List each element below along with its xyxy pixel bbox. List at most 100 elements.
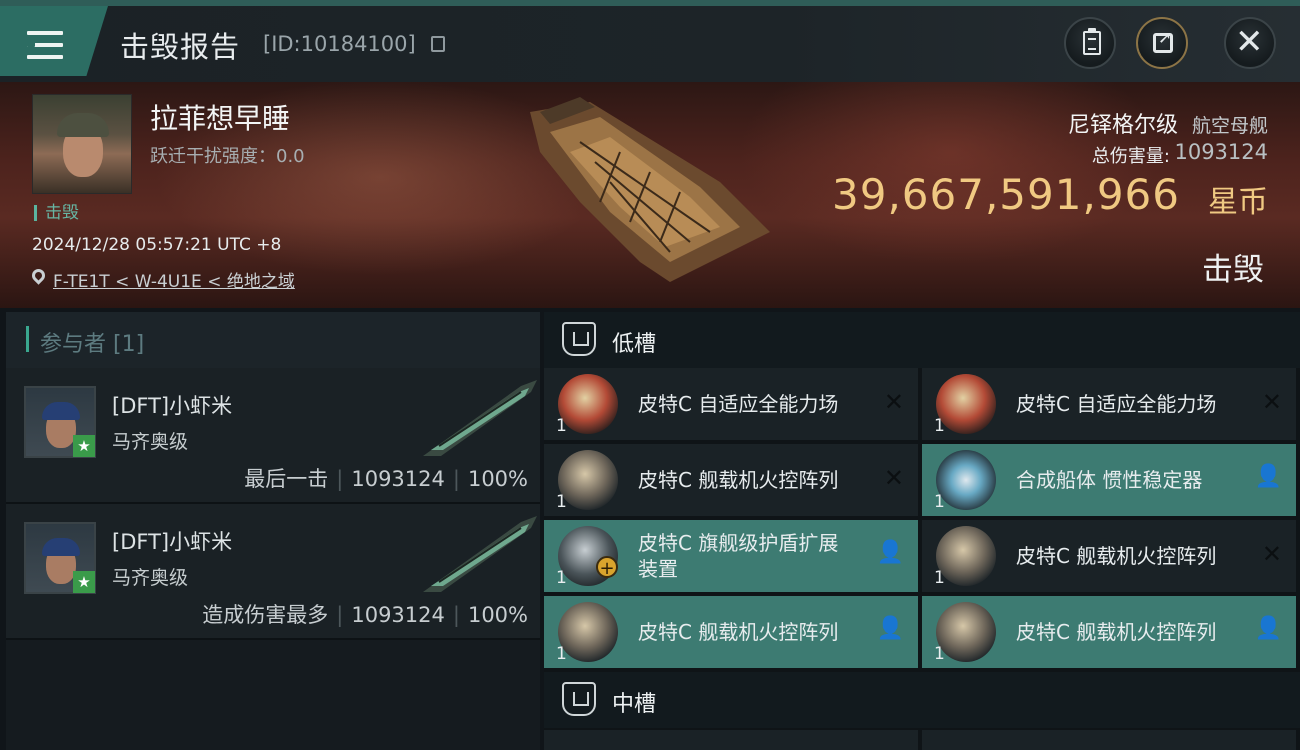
module-qty: 1 <box>934 568 945 588</box>
module-item-partial[interactable] <box>544 730 918 750</box>
attacker-row[interactable]: ★ [DFT]小虾米 马齐奥级 造成伤害最多 | 1093124 | 100% <box>6 504 540 640</box>
module-name: 皮特C 自适应全能力场 <box>638 392 839 416</box>
module-qty: 1 <box>556 416 567 436</box>
dropped-person-icon: 👤 <box>876 540 904 565</box>
attacker-row[interactable]: ★ [DFT]小虾米 马齐奥级 最后一击 | 1093124 | 100% <box>6 368 540 504</box>
star-icon: ★ <box>73 435 95 457</box>
module-qty: 1 <box>556 492 567 512</box>
module-name: 皮特C 舰载机火控阵列 <box>1016 544 1217 568</box>
attacker-name[interactable]: [DFT]小虾米 <box>112 526 232 556</box>
copy-icon[interactable] <box>431 36 445 52</box>
victim-portrait[interactable] <box>32 94 132 194</box>
module-qty: 1 <box>934 492 945 512</box>
adaptive-field-icon <box>558 374 618 434</box>
adaptive-field-icon <box>936 374 996 434</box>
attacker-percent: 100% <box>467 603 528 627</box>
mid-slot-icon <box>562 682 596 716</box>
fighter-array-icon <box>558 602 618 662</box>
attacker-stats: 造成伤害最多 | 1093124 | 100% <box>202 603 528 627</box>
module-item[interactable]: 1 皮特C 舰载机火控阵列 👤 <box>544 596 918 668</box>
attacker-ship: 马齐奥级 <box>112 431 189 453</box>
kill-datetime: 2024/12/28 05:57:21 UTC +8 <box>32 235 282 255</box>
dropped-person-icon: 👤 <box>876 616 904 641</box>
kill-result: 击毁 <box>1202 252 1264 288</box>
destroyed-icon: ✕ <box>1261 540 1282 568</box>
top-bar: 击毁报告 [ID:10184100] ✕ <box>0 0 1300 82</box>
ship-class: 航空母舰 <box>1191 115 1268 137</box>
dropped-person-icon: 👤 <box>1254 616 1282 641</box>
attacker-name[interactable]: [DFT]小虾米 <box>112 390 232 420</box>
participants-header: 参与者 [1] <box>6 312 540 368</box>
total-damage-value: 1093124 <box>1174 140 1268 164</box>
module-name: 皮特C 舰载机火控阵列 <box>1016 620 1217 644</box>
plus-badge-icon: + <box>596 556 618 579</box>
module-item[interactable]: 1 合成船体 惯性稳定器 👤 <box>922 444 1296 516</box>
attacker-role: 最后一击 <box>244 467 329 491</box>
module-qty: 1 <box>934 416 945 436</box>
victim-name[interactable]: 拉菲想早睡 <box>150 97 290 137</box>
location-link[interactable]: F-TE1T < W-4U1E < 绝地之域 <box>53 267 295 292</box>
clipboard-icon <box>1083 28 1101 55</box>
inertial-stabilizer-icon <box>936 450 996 510</box>
isk-value: 39,667,591,966 <box>832 170 1180 219</box>
mid-slot-header: 中槽 <box>544 672 1300 728</box>
module-name: 皮特C 自适应全能力场 <box>1016 392 1217 416</box>
module-item[interactable]: + 1 皮特C 旗舰级护盾扩展装置 👤 <box>544 520 918 592</box>
star-icon: ★ <box>73 571 95 593</box>
avatar[interactable]: ★ <box>24 522 96 594</box>
module-name: 皮特C 舰载机火控阵列 <box>638 620 839 644</box>
dropped-person-icon: 👤 <box>1254 464 1282 489</box>
module-name: 皮特C 旗舰级护盾扩展装置 <box>638 531 839 581</box>
attacker-ship-image <box>423 380 537 456</box>
attacker-percent: 100% <box>467 467 528 491</box>
attacker-damage: 1093124 <box>351 467 445 491</box>
isk-unit: 星币 <box>1208 185 1268 220</box>
module-qty: 1 <box>556 568 567 588</box>
fighter-array-icon <box>936 602 996 662</box>
fighter-array-icon <box>936 526 996 586</box>
participants-panel: 参与者 [1] ★ [DFT]小虾米 马齐奥级 最后一击 | 1093124 | 100… <box>6 312 540 750</box>
close-button[interactable]: ✕ <box>1224 17 1276 69</box>
fighter-array-icon <box>558 450 618 510</box>
close-icon: ✕ <box>1235 22 1264 62</box>
avatar[interactable]: ★ <box>24 386 96 458</box>
mid-slot-title: 中槽 <box>612 692 657 717</box>
destroyed-icon: ✕ <box>883 388 904 416</box>
kill-header: 拉菲想早睡 跃迁干扰强度：0.0 击毁 2024/12/28 05:57:21 … <box>0 82 1300 308</box>
ship-name[interactable]: 尼铎格尔级 <box>1068 107 1178 139</box>
attacker-ship: 马齐奥级 <box>112 567 189 589</box>
share-button[interactable] <box>1136 17 1188 69</box>
module-item[interactable]: 1 皮特C 舰载机火控阵列 ✕ <box>922 520 1296 592</box>
attacker-role: 造成伤害最多 <box>202 603 329 627</box>
share-icon <box>1153 28 1173 53</box>
module-item[interactable]: 1 皮特C 舰载机火控阵列 ✕ <box>544 444 918 516</box>
module-name: 合成船体 惯性稳定器 <box>1016 468 1203 492</box>
module-name: 皮特C 舰载机火控阵列 <box>638 468 839 492</box>
module-item-partial[interactable] <box>922 730 1296 750</box>
low-slot-header: 低槽 <box>544 312 1300 368</box>
status-badge: 击毁 <box>34 205 79 222</box>
kill-id: [ID:10184100] <box>263 32 416 56</box>
module-qty: 1 <box>556 644 567 664</box>
attacker-damage: 1093124 <box>351 603 445 627</box>
menu-icon[interactable] <box>27 31 63 59</box>
participants-title: 参与者 [1] <box>40 332 145 357</box>
attacker-ship-image <box>423 516 537 592</box>
location-pin-icon <box>29 266 48 285</box>
module-qty: 1 <box>934 644 945 664</box>
menu-button[interactable] <box>0 6 108 76</box>
module-item[interactable]: 1 皮特C 自适应全能力场 ✕ <box>544 368 918 440</box>
fitting-panel: 低槽 1 皮特C 自适应全能力场 ✕ 1 皮特C 自适应全能力场 ✕ 1 皮特C… <box>544 312 1300 750</box>
destroyed-icon: ✕ <box>883 464 904 492</box>
warp-disruption: 跃迁干扰强度：0.0 <box>150 146 305 167</box>
total-damage-label: 总伤害量: <box>1091 146 1170 167</box>
clipboard-button[interactable] <box>1064 17 1116 69</box>
module-item[interactable]: 1 皮特C 自适应全能力场 ✕ <box>922 368 1296 440</box>
ship-image[interactable] <box>520 92 790 292</box>
attacker-stats: 最后一击 | 1093124 | 100% <box>244 467 528 491</box>
destroyed-icon: ✕ <box>1261 388 1282 416</box>
low-slot-icon <box>562 322 596 356</box>
page-title: 击毁报告 <box>120 30 241 64</box>
module-item[interactable]: 1 皮特C 舰载机火控阵列 👤 <box>922 596 1296 668</box>
low-slot-title: 低槽 <box>612 332 657 357</box>
